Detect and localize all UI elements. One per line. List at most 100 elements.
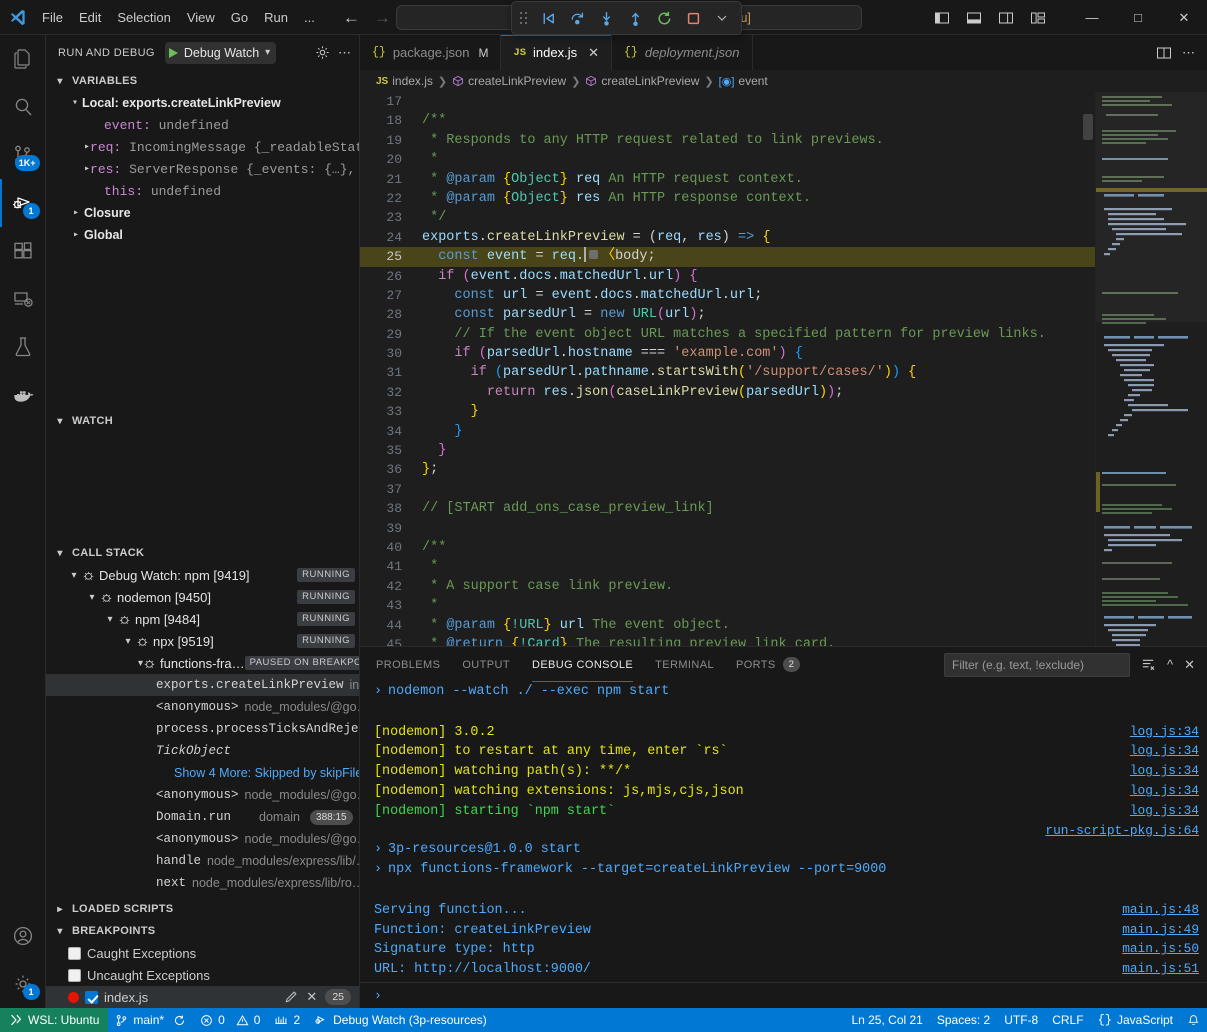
code-line[interactable]: 34 } xyxy=(360,422,1095,441)
breakpoint-uncaught-exceptions[interactable]: Uncaught Exceptions xyxy=(46,964,359,986)
code-line[interactable]: 27 const url = event.docs.matchedUrl.url… xyxy=(360,286,1095,305)
activity-accounts[interactable] xyxy=(0,912,46,960)
toggle-secondary-sidebar-icon[interactable] xyxy=(993,6,1019,30)
menu-run[interactable]: Run xyxy=(256,7,296,28)
chevron-down-icon[interactable]: ▾ xyxy=(265,47,270,58)
activity-source-control[interactable]: 1K+ xyxy=(0,131,46,179)
minimap-slider[interactable] xyxy=(1096,92,1207,322)
console-filter-input[interactable]: Filter (e.g. text, !exclude) xyxy=(944,653,1130,677)
code-line[interactable]: 39 xyxy=(360,519,1095,538)
tab-index-js[interactable]: JS index.js ✕ xyxy=(501,35,612,70)
code-line[interactable]: 19 * Responds to any HTTP request relate… xyxy=(360,131,1095,150)
breadcrumb-symbol[interactable]: createLinkPreview xyxy=(452,74,566,88)
code-line[interactable]: 24exports.createLinkPreview = (req, res)… xyxy=(360,228,1095,247)
console-source-link[interactable]: log.js:34 xyxy=(1130,801,1199,821)
status-language-mode[interactable]: {} JavaScript xyxy=(1091,1008,1180,1032)
stop-icon[interactable] xyxy=(680,6,706,30)
suggestion-widget-icon[interactable]: 〈 xyxy=(601,248,615,264)
activity-run-and-debug[interactable]: 1 xyxy=(0,179,46,227)
variables-group-closure[interactable]: ▸ Closure xyxy=(46,202,359,224)
tab-debug-console[interactable]: DEBUG CONSOLE xyxy=(532,647,633,682)
variables-scope-local[interactable]: ▾ Local: exports.createLinkPreview xyxy=(46,92,359,114)
code-line[interactable]: 18/** xyxy=(360,111,1095,130)
call-stack-frame[interactable]: <anonymous> node_modules/@go… xyxy=(46,828,359,850)
menu-edit[interactable]: Edit xyxy=(71,7,109,28)
status-eol[interactable]: CRLF xyxy=(1045,1008,1090,1032)
more-actions-icon[interactable]: ⋯ xyxy=(1182,45,1195,61)
breakpoint-index-js[interactable]: index.js ✕ 25 xyxy=(46,986,359,1008)
window-controls[interactable]: — □ ✕ xyxy=(929,0,1207,35)
tab-ports[interactable]: PORTS 2 xyxy=(736,647,800,682)
tab-package-json[interactable]: {} package.json M xyxy=(360,35,501,70)
continue-icon[interactable] xyxy=(535,6,561,30)
call-stack-thread[interactable]: ▾ npx [9519] RUNNING xyxy=(46,630,359,652)
call-stack-frame[interactable]: next node_modules/express/lib/ro… xyxy=(46,872,359,894)
call-stack-frame[interactable]: <anonymous> node_modules/@go… xyxy=(46,696,359,718)
status-remote-indicator[interactable]: WSL: Ubuntu xyxy=(0,1008,108,1032)
window-maximize-button[interactable]: □ xyxy=(1115,0,1161,35)
activity-search[interactable] xyxy=(0,83,46,131)
menu-more[interactable]: ... xyxy=(296,7,323,28)
tab-output[interactable]: OUTPUT xyxy=(462,647,510,682)
code-line[interactable]: 20 * xyxy=(360,150,1095,169)
code-line[interactable]: 44 * @param {!URL} url The event object. xyxy=(360,616,1095,635)
code-line[interactable]: 31 if (parsedUrl.pathname.startsWith('/s… xyxy=(360,363,1095,382)
navigation-arrows[interactable]: ← → xyxy=(343,9,391,26)
code-line[interactable]: 17 xyxy=(360,92,1095,111)
variables-group-global[interactable]: ▸ Global xyxy=(46,224,359,246)
code-line[interactable]: 37 xyxy=(360,480,1095,499)
code-line[interactable]: 35 } xyxy=(360,441,1095,460)
breadcrumb-symbol[interactable]: [◉] event xyxy=(719,74,768,88)
sidebar-more-actions-icon[interactable]: ⋯ xyxy=(338,45,351,61)
go-back-icon[interactable]: ← xyxy=(343,9,360,26)
activity-remote-explorer[interactable] xyxy=(0,275,46,323)
code-line[interactable]: 32 return res.json(caseLinkPreview(parse… xyxy=(360,383,1095,402)
activity-explorer[interactable] xyxy=(0,35,46,83)
close-icon[interactable]: ✕ xyxy=(588,45,599,61)
activity-extensions[interactable] xyxy=(0,227,46,275)
debug-more-icon[interactable] xyxy=(709,6,735,30)
variable-row[interactable]: ▸ req: IncomingMessage {_readableState:… xyxy=(46,136,359,158)
console-source-link[interactable]: run-script-pkg.js:64 xyxy=(1045,821,1199,841)
chevron-down-icon[interactable]: ▾ xyxy=(120,636,136,647)
sync-icon[interactable] xyxy=(173,1014,186,1027)
chevron-right-icon[interactable]: ▸ xyxy=(68,207,84,219)
chevron-right-icon[interactable]: ▸ xyxy=(68,229,84,241)
drag-handle-icon[interactable] xyxy=(518,9,530,27)
code-line[interactable]: 40/** xyxy=(360,538,1095,557)
editor-content[interactable]: 17 18/** 19 * Responds to any HTTP reque… xyxy=(360,92,1207,646)
chevron-down-icon[interactable]: ▾ xyxy=(66,570,82,581)
step-into-icon[interactable] xyxy=(593,6,619,30)
debug-console-input[interactable]: › xyxy=(360,982,1207,1008)
code-line[interactable]: 43 * xyxy=(360,596,1095,615)
toggle-panel-icon[interactable] xyxy=(961,6,987,30)
console-source-link[interactable]: log.js:34 xyxy=(1130,781,1199,801)
section-loaded-scripts[interactable]: ▸ LOADED SCRIPTS xyxy=(46,898,359,920)
console-source-link[interactable]: log.js:34 xyxy=(1130,761,1199,781)
breakpoint-actions[interactable]: ✕ 25 xyxy=(284,989,359,1005)
window-minimize-button[interactable]: — xyxy=(1069,0,1115,35)
status-indentation[interactable]: Spaces: 2 xyxy=(930,1008,997,1032)
close-panel-icon[interactable]: ✕ xyxy=(1184,657,1195,673)
call-stack-thread[interactable]: ▾ npm [9484] RUNNING xyxy=(46,608,359,630)
activity-bar[interactable]: 1K+ 1 xyxy=(0,35,46,1008)
panel-actions[interactable]: Filter (e.g. text, !exclude) ^ ✕ xyxy=(944,653,1207,677)
step-over-icon[interactable] xyxy=(564,6,590,30)
call-stack-frame[interactable]: handle node_modules/express/lib/… xyxy=(46,850,359,872)
section-variables[interactable]: ▾ VARIABLES xyxy=(46,70,359,92)
chevron-down-icon[interactable]: ▾ xyxy=(84,592,100,603)
activity-settings[interactable]: 1 xyxy=(0,960,46,1008)
edit-breakpoint-icon[interactable] xyxy=(284,990,298,1004)
editor-tabs[interactable]: {} package.json M JS index.js ✕ {} deplo… xyxy=(360,35,1207,70)
tab-problems[interactable]: PROBLEMS xyxy=(376,647,440,682)
call-stack-frame[interactable]: Domain.run domain 388:15 xyxy=(46,806,359,828)
code-line[interactable]: 23 */ xyxy=(360,208,1095,227)
code-line[interactable]: 28 const parsedUrl = new URL(url); xyxy=(360,305,1095,324)
panel-tabs[interactable]: PROBLEMS OUTPUT DEBUG CONSOLE TERMINAL P… xyxy=(360,647,1207,682)
call-stack-frame[interactable]: TickObject xyxy=(46,740,359,762)
call-stack-frame[interactable]: exports.createLinkPreview ind… xyxy=(46,674,359,696)
sidebar-header-actions[interactable]: ⋯ xyxy=(315,45,351,61)
section-breakpoints[interactable]: ▾ BREAKPOINTS xyxy=(46,920,359,942)
window-close-button[interactable]: ✕ xyxy=(1161,0,1207,35)
checkbox-unchecked-icon[interactable] xyxy=(68,947,81,960)
